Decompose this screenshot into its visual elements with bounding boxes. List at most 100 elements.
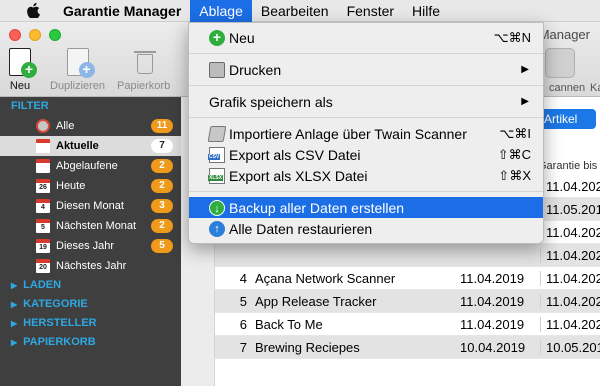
duplicate-button[interactable]: + Duplizieren xyxy=(50,48,105,92)
filter-label: Alle xyxy=(56,120,75,132)
disclosure-triangle-icon: ▶ xyxy=(11,319,18,328)
row-warranty-date: 11.04.2021 xyxy=(540,178,600,194)
menu-ablage[interactable]: Ablage xyxy=(190,0,252,22)
menu-bar: Garantie Manager Ablage Bearbeiten Fenst… xyxy=(0,0,600,22)
app-name-menu[interactable]: Garantie Manager xyxy=(54,0,190,22)
minimize-window-button[interactable] xyxy=(29,29,41,41)
close-window-button[interactable] xyxy=(9,29,21,41)
menu-fenster[interactable]: Fenster xyxy=(338,0,403,22)
menu-item-export-csv[interactable]: CSV Export als CSV Datei ⇧⌘C xyxy=(189,144,543,165)
row-name: Back To Me xyxy=(255,316,323,332)
column-header-garantie[interactable]: Garantie bis xyxy=(538,160,597,172)
menu-item-label: Neu xyxy=(229,29,255,46)
filter-item-naechstes-jahr[interactable]: 20 Nächstes Jahr xyxy=(0,256,181,276)
section-label: LADEN xyxy=(23,279,62,291)
menu-item-label: Backup aller Daten erstellen xyxy=(229,199,405,216)
filter-item-diesen-monat[interactable]: 4 Diesen Monat 3 xyxy=(0,196,181,216)
row-name: Brewing Reciepes xyxy=(255,339,360,355)
ka-tool-label: Ka xyxy=(590,82,600,94)
duplicate-button-label: Duplizieren xyxy=(50,80,106,92)
csv-file-icon: CSV xyxy=(208,146,225,163)
filter-item-aktuelle[interactable]: Aktuelle 7 xyxy=(0,136,181,156)
disclosure-triangle-icon: ▶ xyxy=(11,338,18,347)
row-number: 5 xyxy=(239,293,247,309)
filter-item-dieses-jahr[interactable]: 19 Dieses Jahr 5 xyxy=(0,236,181,256)
menu-item-label: Export als CSV Datei xyxy=(229,146,361,163)
disclosure-triangle-icon: ▶ xyxy=(11,300,18,309)
row-warranty-date: 11.04.2021 xyxy=(540,224,600,240)
menu-item-label: Importiere Anlage über Twain Scanner xyxy=(229,125,467,142)
menu-separator xyxy=(189,85,543,86)
menu-item-label: Alle Daten restaurieren xyxy=(229,220,373,237)
sidebar-section-laden[interactable]: ▶ LADEN xyxy=(0,276,181,295)
menu-shortcut: ⇧⌘C xyxy=(497,146,531,162)
row-warranty-date: 11.04.2022 xyxy=(540,270,600,286)
row-warranty-date: 10.05.2019 xyxy=(540,339,600,355)
sidebar: FILTER Alle 11 Aktuelle 7 Abgelaufene 2 … xyxy=(0,97,181,386)
apple-menu-icon[interactable] xyxy=(22,3,44,18)
row-warranty-date: 11.04.2021 xyxy=(540,293,600,309)
count-badge: 3 xyxy=(151,199,173,213)
disclosure-triangle-icon: ▶ xyxy=(11,281,18,290)
menu-separator xyxy=(189,117,543,118)
filter-item-naechsten-monat[interactable]: 5 Nächsten Monat 2 xyxy=(0,216,181,236)
count-badge: 5 xyxy=(151,239,173,253)
filter-item-alle[interactable]: Alle 11 xyxy=(0,116,181,136)
trash-icon xyxy=(129,48,159,78)
right-toolbar xyxy=(545,48,575,78)
row-date: 10.04.2019 xyxy=(460,339,526,355)
table-row[interactable]: 7 Brewing Reciepes 10.04.2019 10.05.2019 xyxy=(215,336,600,359)
row-name: App Release Tracker xyxy=(255,293,377,309)
green-plus-icon: + xyxy=(209,29,225,46)
row-name: Açana Network Scanner xyxy=(255,270,396,286)
menu-hilfe[interactable]: Hilfe xyxy=(403,0,449,22)
section-label: PAPIERKORB xyxy=(23,336,96,348)
sidebar-section-hersteller[interactable]: ▶ HERSTELLER xyxy=(0,314,181,333)
menu-item-label: Grafik speichern als xyxy=(209,93,333,110)
row-date: 11.04.2019 xyxy=(460,293,525,309)
filter-item-abgelaufene[interactable]: Abgelaufene 2 xyxy=(0,156,181,176)
zoom-window-button[interactable] xyxy=(49,29,61,41)
artikel-button[interactable]: Artikel xyxy=(536,109,596,129)
calendar-icon: 19 xyxy=(36,239,50,253)
sidebar-section-papierkorb[interactable]: ▶ PAPIERKORB xyxy=(0,333,181,352)
table-row[interactable]: 11.04.2021 xyxy=(215,244,600,267)
menu-item-label: Drucken xyxy=(229,61,282,78)
section-label: HERSTELLER xyxy=(23,317,97,329)
download-icon: ↓ xyxy=(209,199,225,216)
upload-icon: ↑ xyxy=(209,220,225,237)
menu-item-neu[interactable]: + Neu ⌥⌘N xyxy=(189,27,543,48)
sidebar-section-filter[interactable]: FILTER xyxy=(0,97,181,116)
menu-item-restore[interactable]: ↑ Alle Daten restaurieren xyxy=(189,218,543,239)
menu-item-backup[interactable]: ↓ Backup aller Daten erstellen xyxy=(189,197,543,218)
calendar-icon xyxy=(36,159,50,173)
calendar-icon xyxy=(36,139,50,153)
count-badge: 11 xyxy=(151,119,173,133)
table-row[interactable]: 5 App Release Tracker 11.04.2019 11.04.2… xyxy=(215,290,600,313)
row-warranty-date: 11.04.2021 xyxy=(540,247,600,263)
scan-tool-icon[interactable] xyxy=(545,48,575,78)
row-number: 6 xyxy=(239,316,247,332)
printer-icon xyxy=(209,61,225,78)
menu-item-grafik-speichern[interactable]: Grafik speichern als ▶ xyxy=(189,91,543,112)
sidebar-section-kategorie[interactable]: ▶ KATEGORIE xyxy=(0,295,181,314)
menu-item-export-xlsx[interactable]: XLSX Export als XLSX Datei ⇧⌘X xyxy=(189,165,543,186)
filter-item-heute[interactable]: 26 Heute 2 xyxy=(0,176,181,196)
new-document-icon: + xyxy=(5,48,37,78)
calendar-icon: 26 xyxy=(36,179,50,193)
scanner-icon xyxy=(207,125,227,142)
duplicate-icon: + xyxy=(63,48,95,78)
menu-bearbeiten[interactable]: Bearbeiten xyxy=(252,0,338,22)
row-date: 11.04.2019 xyxy=(460,270,525,286)
menu-item-drucken[interactable]: Drucken ▶ xyxy=(189,59,543,80)
row-date: 11.04.2019 xyxy=(460,316,525,332)
submenu-arrow-icon: ▶ xyxy=(521,96,529,107)
row-warranty-date: 11.04.2021 xyxy=(540,316,600,332)
menu-item-twain-import[interactable]: Importiere Anlage über Twain Scanner ⌥⌘I xyxy=(189,123,543,144)
trash-button[interactable]: Papierkorb xyxy=(117,48,170,92)
new-button[interactable]: + Neu xyxy=(5,48,37,92)
table-row[interactable]: 6 Back To Me 11.04.2019 11.04.2021 xyxy=(215,313,600,336)
table-row[interactable]: 4 Açana Network Scanner 11.04.2019 11.04… xyxy=(215,267,600,290)
row-number: 7 xyxy=(239,339,247,355)
menu-item-label: Export als XLSX Datei xyxy=(229,167,368,184)
